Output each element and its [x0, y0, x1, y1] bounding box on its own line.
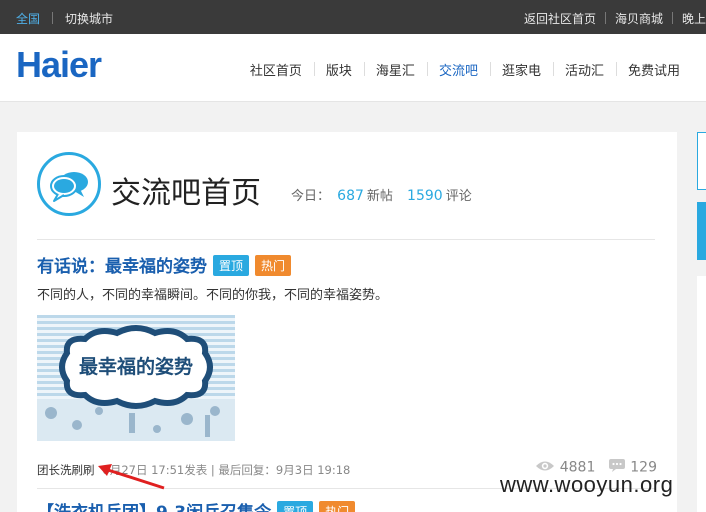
hot-badge: 热门 — [255, 255, 292, 276]
watermark: www.wooyun.org — [500, 472, 674, 497]
community-home-link[interactable]: 返回社区首页 — [524, 12, 596, 26]
shop-link[interactable]: 海贝商城 — [615, 12, 663, 26]
nav-exchange[interactable]: 交流吧 — [426, 60, 490, 79]
page-title: 交流吧首页 — [111, 176, 261, 211]
post-author[interactable]: 团长洗刷刷 — [37, 463, 95, 477]
main-nav: 社区首页 版块 海星汇 交流吧 逛家电 活动汇 免费试用 — [238, 60, 692, 79]
post-title-link[interactable]: 有话说：最幸福的姿势 置顶 热门 — [37, 252, 292, 277]
thumbnail-illustration: 最幸福的姿势 — [37, 315, 235, 441]
post-title-link[interactable]: 【洗衣机兵团】9.3闲兵召集令置顶热门 — [37, 498, 356, 512]
nav-events[interactable]: 活动汇 — [552, 60, 616, 79]
city-selector: 全国 切换城市 — [16, 10, 113, 27]
top-bar: 全国 切换城市 返回社区首页 海贝商城 晚上 — [0, 0, 706, 34]
side-panel — [697, 276, 706, 512]
divider — [671, 12, 673, 24]
divider — [604, 12, 606, 24]
post-thumbnail[interactable]: 最幸福的姿势 — [37, 315, 235, 441]
today-label: 今日： — [291, 189, 331, 204]
site-header: Haier 社区首页 版块 海星汇 交流吧 逛家电 活动汇 免费试用 — [0, 34, 706, 102]
nationwide-link[interactable]: 全国 — [16, 12, 40, 26]
side-panel[interactable] — [697, 132, 706, 190]
divider — [37, 239, 655, 240]
side-panel[interactable] — [697, 202, 706, 260]
chat-bubbles-icon — [37, 152, 101, 216]
nav-star[interactable]: 海星汇 — [363, 60, 427, 79]
nav-community-home[interactable]: 社区首页 — [238, 60, 314, 79]
switch-city-link[interactable]: 切换城市 — [65, 12, 113, 26]
annotation-arrow — [98, 464, 165, 490]
pinned-badge: 置顶 — [277, 501, 314, 512]
post-title[interactable]: 有话说：最幸福的姿势 — [37, 257, 207, 277]
greeting-link[interactable]: 晚上 — [682, 12, 706, 26]
divider — [52, 12, 54, 24]
hot-badge: 热门 — [319, 501, 356, 512]
pinned-badge: 置顶 — [213, 255, 250, 276]
comments-count: 1590 — [407, 188, 443, 204]
thumbnail-caption: 最幸福的姿势 — [79, 355, 193, 378]
haier-logo[interactable]: Haier — [16, 44, 102, 86]
nav-sections[interactable]: 版块 — [313, 60, 364, 79]
nav-appliances[interactable]: 逛家电 — [489, 60, 553, 79]
nav-free-trial[interactable]: 免费试用 — [615, 60, 692, 79]
top-links: 返回社区首页 海贝商城 晚上 — [524, 10, 706, 27]
comments-label: 评论 — [445, 189, 472, 204]
new-posts-label: 新帖 — [366, 189, 393, 204]
forum-stats: 今日： 687 新帖 1590 评论 — [291, 185, 472, 204]
forum-card: 交流吧首页 今日： 687 新帖 1590 评论 有话说：最幸福的姿势 置顶 热门 不同… — [17, 132, 677, 512]
post-title[interactable]: 【洗衣机兵团】9.3闲兵召集令 — [37, 503, 271, 512]
post-meta: 团长洗刷刷 8月27日 17:51发表 | 最后回复：9月3日 19:18 — [37, 462, 350, 478]
new-posts-count: 687 — [337, 188, 364, 204]
post-description: 不同的人，不同的幸福瞬间。不同的你我，不同的幸福姿势。 — [37, 288, 389, 303]
